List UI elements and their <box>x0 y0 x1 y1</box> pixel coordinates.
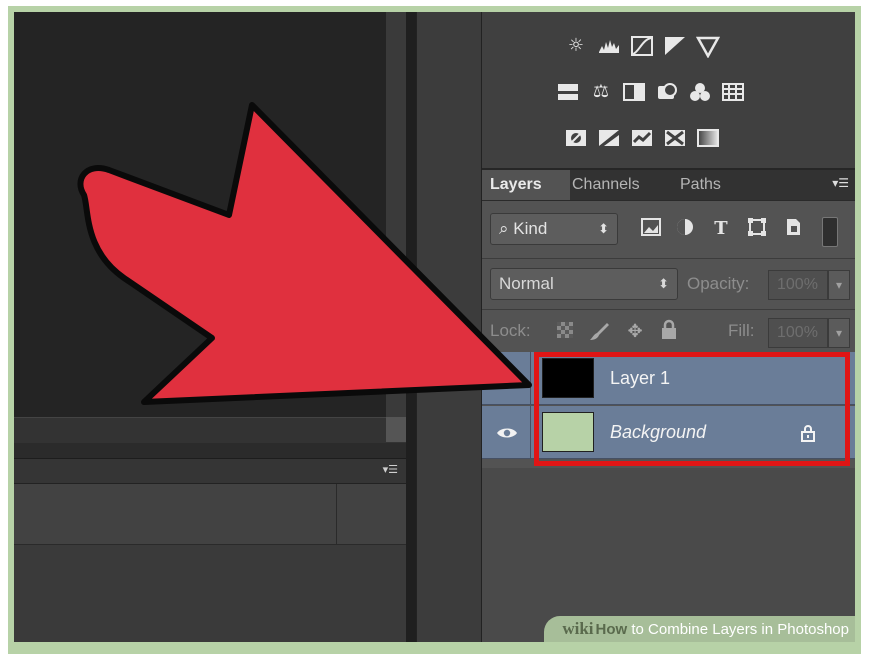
shape-filter-icon[interactable] <box>744 216 770 242</box>
layer-name[interactable]: Layer 1 <box>610 352 670 404</box>
tab-paths[interactable]: Paths <box>672 170 729 200</box>
fill-label: Fill: <box>728 321 755 340</box>
layer-lock-icon <box>800 406 816 458</box>
adjustments-row-2: ⚖ <box>556 80 745 104</box>
panel-menu-icon[interactable]: ▾☰ <box>383 463 398 476</box>
invert-icon[interactable] <box>564 126 588 150</box>
gradient-map-icon[interactable] <box>696 126 720 150</box>
layer-name[interactable]: Background <box>610 406 706 458</box>
channel-mixer-icon[interactable] <box>688 80 712 104</box>
watermark-text: to Combine Layers in Photoshop <box>627 621 849 638</box>
stepper-arrows-icon: ⬍ <box>658 276 669 291</box>
fill-dropdown[interactable]: ▾ <box>828 318 850 348</box>
pixel-filter-icon[interactable] <box>638 216 664 242</box>
image-frame: ▾☰ ☼ ⚖ Layers Channels Paths ▾☰ ⌕ Kind ⬍… <box>8 6 861 654</box>
photo-filter-icon[interactable] <box>655 80 679 104</box>
brightness-contrast-icon[interactable]: ☼ <box>564 34 588 58</box>
layer-thumbnail <box>542 412 594 452</box>
adjustments-row-3 <box>564 126 720 150</box>
layers-panel-menu-icon[interactable]: ▾☰ <box>832 176 849 190</box>
smart-object-filter-icon[interactable] <box>780 216 806 242</box>
lock-position-icon[interactable]: ✥ <box>622 319 648 345</box>
watermark-brand: wiki <box>562 619 594 638</box>
levels-icon[interactable] <box>597 34 621 58</box>
curves-icon[interactable] <box>630 34 654 58</box>
black-white-icon[interactable] <box>622 80 646 104</box>
color-balance-icon[interactable]: ⚖ <box>589 80 613 104</box>
opacity-dropdown[interactable]: ▾ <box>828 270 850 300</box>
canvas-horizontal-scrollbar[interactable] <box>14 417 406 443</box>
selective-color-icon[interactable] <box>663 126 687 150</box>
photoshop-window: ▾☰ ☼ ⚖ Layers Channels Paths ▾☰ ⌕ Kind ⬍… <box>14 12 855 642</box>
adjustments-row-1: ☼ <box>564 34 721 59</box>
opacity-field[interactable]: 100% <box>768 270 828 300</box>
type-filter-icon[interactable]: T <box>708 216 734 242</box>
adjustment-filter-icon[interactable] <box>672 216 698 242</box>
bottom-panel: ▾☰ <box>14 458 406 642</box>
stepper-arrows-icon: ⬍ <box>598 221 609 236</box>
lock-image-pixels-icon[interactable] <box>586 319 612 345</box>
threshold-icon[interactable] <box>630 126 654 150</box>
lock-transparent-pixels-icon[interactable] <box>554 321 576 343</box>
scrollbar-corner <box>386 417 406 442</box>
wikihow-watermark: wiki How to Combine Layers in Photoshop <box>544 616 855 642</box>
lock-all-icon[interactable] <box>656 319 682 345</box>
color-lookup-icon[interactable] <box>721 80 745 104</box>
layer-thumbnail <box>542 358 594 398</box>
bottom-panel-row <box>14 484 406 545</box>
tab-channels[interactable]: Channels <box>564 170 648 200</box>
fill-field[interactable]: 100% <box>768 318 828 348</box>
filter-toggle-switch[interactable] <box>822 217 838 247</box>
watermark-how: How <box>595 621 628 638</box>
hue-saturation-icon[interactable] <box>556 80 580 104</box>
vibrance-icon[interactable] <box>695 34 721 59</box>
red-arrow-annotation <box>77 102 532 405</box>
posterize-icon[interactable] <box>597 126 621 150</box>
opacity-label: Opacity: <box>687 274 750 293</box>
exposure-icon[interactable] <box>663 34 687 58</box>
bottom-panel-header: ▾☰ <box>14 459 406 484</box>
